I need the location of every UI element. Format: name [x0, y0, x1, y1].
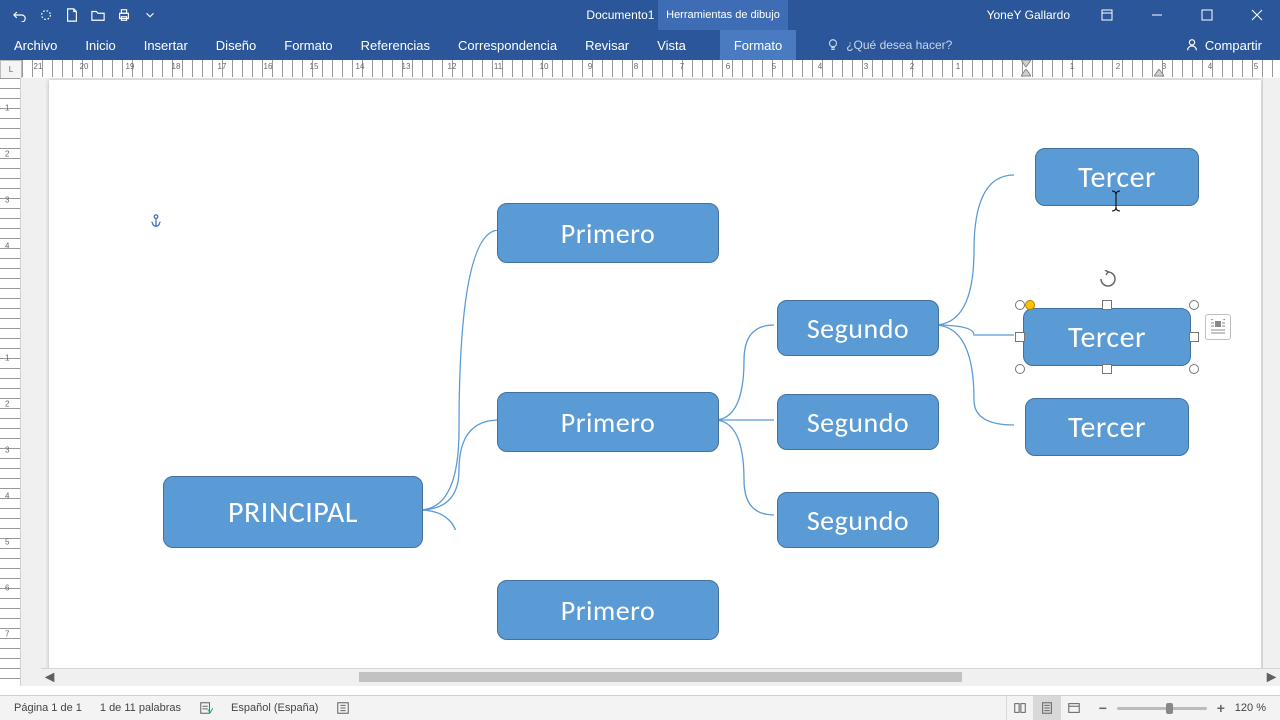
qat-dropdown[interactable]	[138, 3, 162, 27]
connector-segundo	[934, 170, 1024, 450]
new-doc-button[interactable]	[60, 3, 84, 27]
tell-me-box[interactable]: ¿Qué desea hacer?	[826, 30, 952, 60]
scroll-left-button[interactable]: ◄	[41, 669, 58, 686]
title-bar: Documento1 - Word Herramientas de dibujo…	[0, 0, 1280, 30]
status-page[interactable]: Página 1 de 1	[6, 696, 90, 720]
layout-options-button[interactable]	[1205, 314, 1231, 340]
view-web-layout[interactable]	[1060, 696, 1087, 720]
shape-primero-2[interactable]: Primero	[497, 392, 719, 452]
open-button[interactable]	[86, 3, 110, 27]
quick-print-button[interactable]	[112, 3, 136, 27]
shape-segundo-1[interactable]: Segundo	[777, 300, 939, 356]
workspace: 1 2 3 4 1 2 3 4 5 6 7	[0, 78, 1280, 686]
horizontal-scrollbar[interactable]: ◄ ►	[41, 668, 1280, 686]
view-read-mode[interactable]	[1006, 696, 1033, 720]
hruler-numbers: 21 20 19 18 17 16 15 14 13 12 11 10 9 8 …	[22, 62, 1280, 76]
lightbulb-icon	[826, 38, 840, 52]
tab-correspondencia[interactable]: Correspondencia	[444, 30, 571, 60]
status-bar: Página 1 de 1 1 de 11 palabras Español (…	[0, 695, 1280, 720]
handle-ne[interactable]	[1189, 300, 1199, 310]
undo-button[interactable]	[8, 3, 32, 27]
vertical-scrollbar[interactable]	[1262, 78, 1280, 669]
scroll-right-button[interactable]: ►	[1263, 669, 1280, 686]
user-area: YoneY Gallardo	[977, 0, 1280, 30]
tab-diseno[interactable]: Diseño	[202, 30, 270, 60]
status-proofing[interactable]	[191, 696, 221, 720]
close-button[interactable]	[1234, 0, 1280, 30]
tell-me-placeholder: ¿Qué desea hacer?	[846, 38, 952, 52]
quick-access-toolbar	[0, 0, 162, 30]
zoom-thumb[interactable]	[1166, 703, 1173, 714]
document-area[interactable]: PRINCIPAL Primero Primero Primero Segund…	[21, 78, 1280, 686]
tab-formato[interactable]: Formato	[270, 30, 346, 60]
page[interactable]: PRINCIPAL Primero Primero Primero Segund…	[49, 80, 1261, 686]
status-language[interactable]: Español (España)	[223, 696, 326, 720]
username-label[interactable]: YoneY Gallardo	[977, 8, 1080, 22]
shape-segundo-2[interactable]: Segundo	[777, 394, 939, 450]
tab-archivo[interactable]: Archivo	[0, 30, 71, 60]
minimize-button[interactable]	[1134, 0, 1180, 30]
shape-primero-3[interactable]: Primero	[497, 580, 719, 640]
share-icon	[1185, 38, 1199, 52]
view-print-layout[interactable]	[1033, 696, 1060, 720]
zoom-slider[interactable]	[1117, 707, 1207, 710]
rotate-handle[interactable]	[1099, 270, 1117, 288]
tab-referencias[interactable]: Referencias	[347, 30, 444, 60]
shape-tercer-2-selected[interactable]: Tercer	[1023, 308, 1191, 366]
zoom-out-button[interactable]: −	[1095, 700, 1111, 716]
shape-segundo-3[interactable]: Segundo	[777, 492, 939, 548]
connector-primero	[714, 310, 784, 610]
tab-vista[interactable]: Vista	[643, 30, 700, 60]
share-button[interactable]: Compartir	[1167, 30, 1280, 60]
contextual-tab-label: Herramientas de dibujo	[658, 0, 788, 30]
zoom-controls: − + 120 %	[1087, 700, 1274, 716]
ribbon-tabs: Archivo Inicio Insertar Diseño Formato R…	[0, 30, 1280, 60]
tab-revisar[interactable]: Revisar	[571, 30, 643, 60]
text-cursor-icon	[1107, 190, 1125, 212]
handle-se[interactable]	[1189, 364, 1199, 374]
anchor-icon	[149, 214, 163, 233]
tab-insertar[interactable]: Insertar	[130, 30, 202, 60]
connector-principal	[419, 230, 509, 530]
share-label: Compartir	[1205, 38, 1262, 53]
tab-selector[interactable]: L	[0, 60, 22, 79]
hscroll-thumb[interactable]	[359, 672, 962, 682]
status-macros[interactable]	[328, 696, 358, 720]
horizontal-ruler[interactable]: L 21 20 19 18 17 16 15 14 13 12 11 10 9 …	[0, 60, 1280, 79]
vertical-ruler[interactable]: 1 2 3 4 1 2 3 4 5 6 7	[0, 78, 21, 686]
ribbon-display-options[interactable]	[1084, 0, 1130, 30]
redo-button[interactable]	[34, 3, 58, 27]
shape-primero-1[interactable]: Primero	[497, 203, 719, 263]
status-words[interactable]: 1 de 11 palabras	[92, 696, 189, 720]
tab-formato-context[interactable]: Formato	[720, 30, 796, 60]
hscroll-track[interactable]	[58, 669, 1263, 686]
first-line-indent-marker[interactable]	[1021, 60, 1031, 68]
shape-tercer-3[interactable]: Tercer	[1025, 398, 1189, 456]
shape-principal[interactable]: PRINCIPAL	[163, 476, 423, 548]
maximize-button[interactable]	[1184, 0, 1230, 30]
zoom-in-button[interactable]: +	[1213, 700, 1229, 716]
zoom-level[interactable]: 120 %	[1235, 702, 1266, 714]
hanging-indent-marker[interactable]	[1021, 69, 1031, 77]
right-indent-marker[interactable]	[1154, 69, 1164, 77]
tab-inicio[interactable]: Inicio	[71, 30, 129, 60]
